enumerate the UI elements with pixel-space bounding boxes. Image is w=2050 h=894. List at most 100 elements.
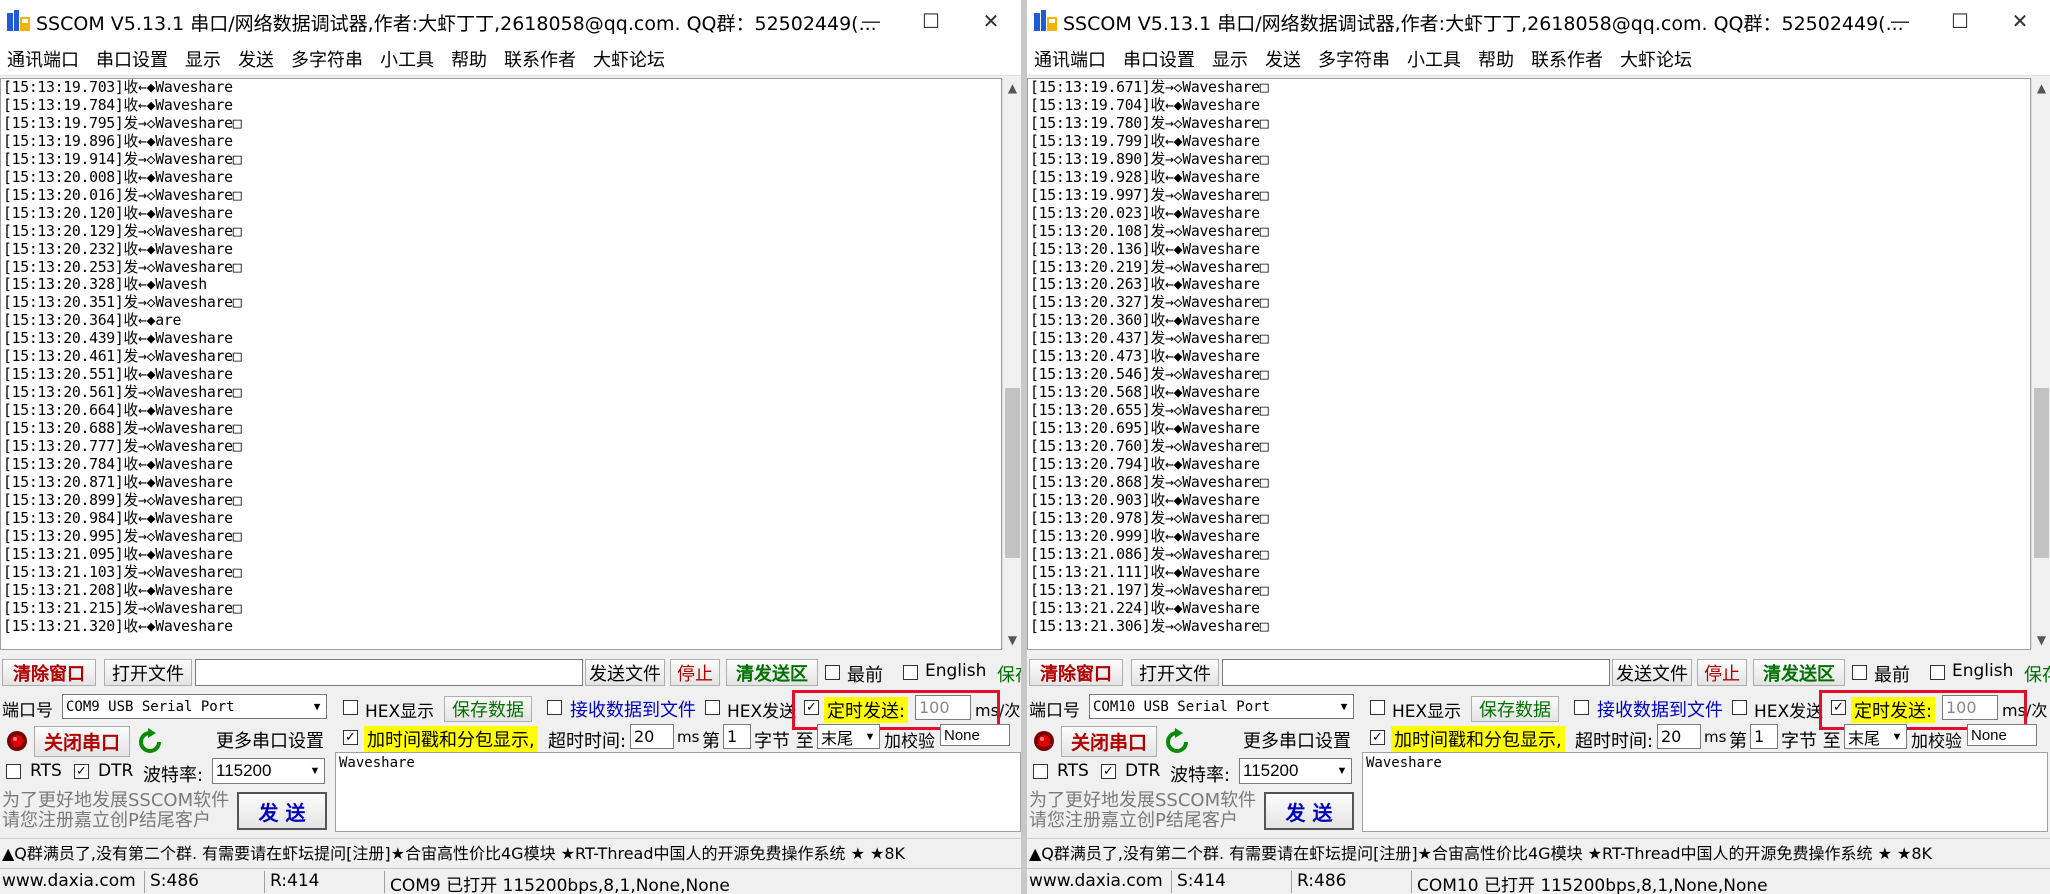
timeout-input[interactable]: 20 — [1657, 724, 1701, 749]
timestamp-checkbox[interactable]: ✓ — [343, 730, 358, 745]
rts-checkbox[interactable] — [6, 764, 21, 779]
scroll-thumb[interactable] — [2034, 387, 2049, 558]
news-ticker[interactable]: ▲Q群满员了,没有第二个群. 有需要请在虾坛提问[注册]★合宙高性价比4G模块 … — [0, 838, 1021, 864]
maximize-button[interactable]: ☐ — [901, 0, 961, 42]
open-file-button[interactable]: 打开文件 — [1131, 659, 1219, 686]
menu-forum[interactable]: 大虾论坛 — [1613, 46, 1702, 72]
timestamp-checkbox[interactable]: ✓ — [1370, 730, 1385, 745]
menu-display[interactable]: 显示 — [178, 46, 231, 72]
menu-send[interactable]: 发送 — [231, 46, 284, 72]
log-scrollbar[interactable]: ▲ ▼ — [1002, 78, 1021, 650]
clear-send-button[interactable]: 清发送区 — [1753, 659, 1845, 686]
clear-window-button[interactable]: 清除窗口 — [2, 659, 96, 686]
receive-to-file-checkbox[interactable] — [1574, 700, 1589, 715]
open-file-button[interactable]: 打开文件 — [104, 659, 192, 686]
log-line: [15:13:20.777]发→◇Waveshare□ — [3, 438, 242, 456]
timeout-unit: ms — [677, 728, 700, 746]
scroll-thumb[interactable] — [1005, 387, 1020, 558]
menu-forum[interactable]: 大虾论坛 — [586, 46, 675, 72]
menu-contact[interactable]: 联系作者 — [497, 46, 586, 72]
save-params-label[interactable]: 保存参数 — [997, 661, 1021, 687]
timeout-input[interactable]: 20 — [630, 724, 674, 749]
hex-display-checkbox[interactable] — [1370, 700, 1385, 715]
send-text-area[interactable]: Waveshare — [1362, 752, 2048, 832]
receive-log[interactable]: [15:13:19.671]发→◇Waveshare□ [15:13:19.704… — [1027, 78, 2031, 650]
title-bar[interactable]: SSCOM V5.13.1 串口/网络数据调试器,作者:大虾丁丁,2618058… — [0, 0, 1021, 42]
menu-port[interactable]: 通讯端口 — [1027, 46, 1116, 72]
refresh-icon[interactable] — [137, 728, 163, 756]
send-button[interactable]: 发 送 — [1264, 792, 1354, 830]
hex-send-checkbox[interactable] — [1732, 700, 1747, 715]
port-select[interactable]: COM10 USB Serial Port ▼ — [1089, 694, 1354, 719]
maximize-button[interactable]: ☐ — [1930, 0, 1990, 42]
menu-tools[interactable]: 小工具 — [373, 46, 444, 72]
send-file-button[interactable]: 发送文件 — [1612, 659, 1692, 686]
close-port-button[interactable]: 关闭串口 — [1061, 726, 1157, 757]
file-path-input[interactable] — [1222, 659, 1610, 686]
baud-rate-select[interactable]: 115200 ▼ — [1239, 758, 1352, 784]
menu-serial-settings[interactable]: 串口设置 — [1116, 46, 1205, 72]
minimize-button[interactable]: — — [841, 0, 901, 42]
menu-help[interactable]: 帮助 — [444, 46, 497, 72]
scroll-up-icon[interactable]: ▲ — [2032, 78, 2050, 98]
close-port-button[interactable]: 关闭串口 — [34, 726, 130, 757]
checksum-select[interactable]: None — [1967, 724, 2037, 746]
stop-button[interactable]: 停止 — [1697, 659, 1747, 686]
stop-button[interactable]: 停止 — [670, 659, 720, 686]
status-website-link[interactable]: www.daxia.com — [2, 871, 136, 891]
chevron-down-icon: ▼ — [308, 695, 326, 718]
send-button[interactable]: 发 送 — [237, 792, 327, 830]
always-on-top-checkbox[interactable] — [1852, 665, 1867, 680]
save-data-button[interactable]: 保存数据 — [1471, 696, 1559, 722]
close-button[interactable]: ✕ — [961, 0, 1021, 42]
title-bar[interactable]: SSCOM V5.13.1 串口/网络数据调试器,作者:大虾丁丁,2618058… — [1027, 0, 2050, 42]
clear-window-button[interactable]: 清除窗口 — [1029, 659, 1123, 686]
baud-rate-select[interactable]: 115200 ▼ — [212, 758, 325, 784]
clear-send-button[interactable]: 清发送区 — [726, 659, 818, 686]
receive-to-file-checkbox[interactable] — [547, 700, 562, 715]
english-checkbox[interactable] — [1930, 665, 1945, 680]
byte-start-input[interactable]: 1 — [723, 724, 751, 749]
status-bar: www.daxia.com S:486 R:414 COM9 已打开 11520… — [0, 868, 1021, 894]
more-serial-settings-button[interactable]: 更多串口设置 — [1239, 725, 1355, 754]
checksum-select[interactable]: None — [940, 724, 1010, 746]
send-text-area[interactable]: Waveshare — [335, 752, 1021, 832]
menu-tools[interactable]: 小工具 — [1400, 46, 1471, 72]
scroll-down-icon[interactable]: ▼ — [2032, 630, 2050, 650]
dtr-checkbox[interactable]: ✓ — [1101, 764, 1116, 779]
menu-serial-settings[interactable]: 串口设置 — [89, 46, 178, 72]
file-path-input[interactable] — [195, 659, 583, 686]
refresh-icon[interactable] — [1164, 728, 1190, 756]
hex-send-checkbox[interactable] — [705, 700, 720, 715]
sscom-app-icon — [7, 10, 30, 31]
english-checkbox[interactable] — [903, 665, 918, 680]
news-ticker[interactable]: ▲Q群满员了,没有第二个群. 有需要请在虾坛提问[注册]★合宙高性价比4G模块 … — [1027, 838, 2050, 864]
status-website-link[interactable]: www.daxia.com — [1029, 871, 1163, 891]
more-serial-settings-button[interactable]: 更多串口设置 — [212, 725, 328, 754]
menu-help[interactable]: 帮助 — [1471, 46, 1524, 72]
port-select[interactable]: COM9 USB Serial Port ▼ — [62, 694, 327, 719]
menu-send[interactable]: 发送 — [1258, 46, 1311, 72]
dtr-checkbox[interactable]: ✓ — [74, 764, 89, 779]
send-file-button[interactable]: 发送文件 — [585, 659, 665, 686]
save-params-label[interactable]: 保存参数 — [2024, 661, 2050, 687]
byte-start-input[interactable]: 1 — [1750, 724, 1778, 749]
menu-multi-string[interactable]: 多字符串 — [1311, 46, 1400, 72]
hex-display-checkbox[interactable] — [343, 700, 358, 715]
minimize-button[interactable]: — — [1870, 0, 1930, 42]
scroll-down-icon[interactable]: ▼ — [1003, 630, 1021, 650]
rts-checkbox[interactable] — [1033, 764, 1048, 779]
always-on-top-checkbox[interactable] — [825, 665, 840, 680]
receive-log[interactable]: [15:13:19.703]收←◆Waveshare [15:13:19.784]… — [0, 78, 1002, 650]
close-button[interactable]: ✕ — [1990, 0, 2050, 42]
menu-multi-string[interactable]: 多字符串 — [284, 46, 373, 72]
byte-end-select[interactable]: 末尾 ▼ — [817, 724, 880, 749]
scroll-up-icon[interactable]: ▲ — [1003, 78, 1021, 98]
hex-display-label: HEX显示 — [365, 702, 435, 722]
menu-display[interactable]: 显示 — [1205, 46, 1258, 72]
log-scrollbar[interactable]: ▲ ▼ — [2031, 78, 2050, 650]
menu-port[interactable]: 通讯端口 — [0, 46, 89, 72]
byte-end-select[interactable]: 末尾 ▼ — [1844, 724, 1907, 749]
menu-contact[interactable]: 联系作者 — [1524, 46, 1613, 72]
save-data-button[interactable]: 保存数据 — [444, 696, 532, 722]
